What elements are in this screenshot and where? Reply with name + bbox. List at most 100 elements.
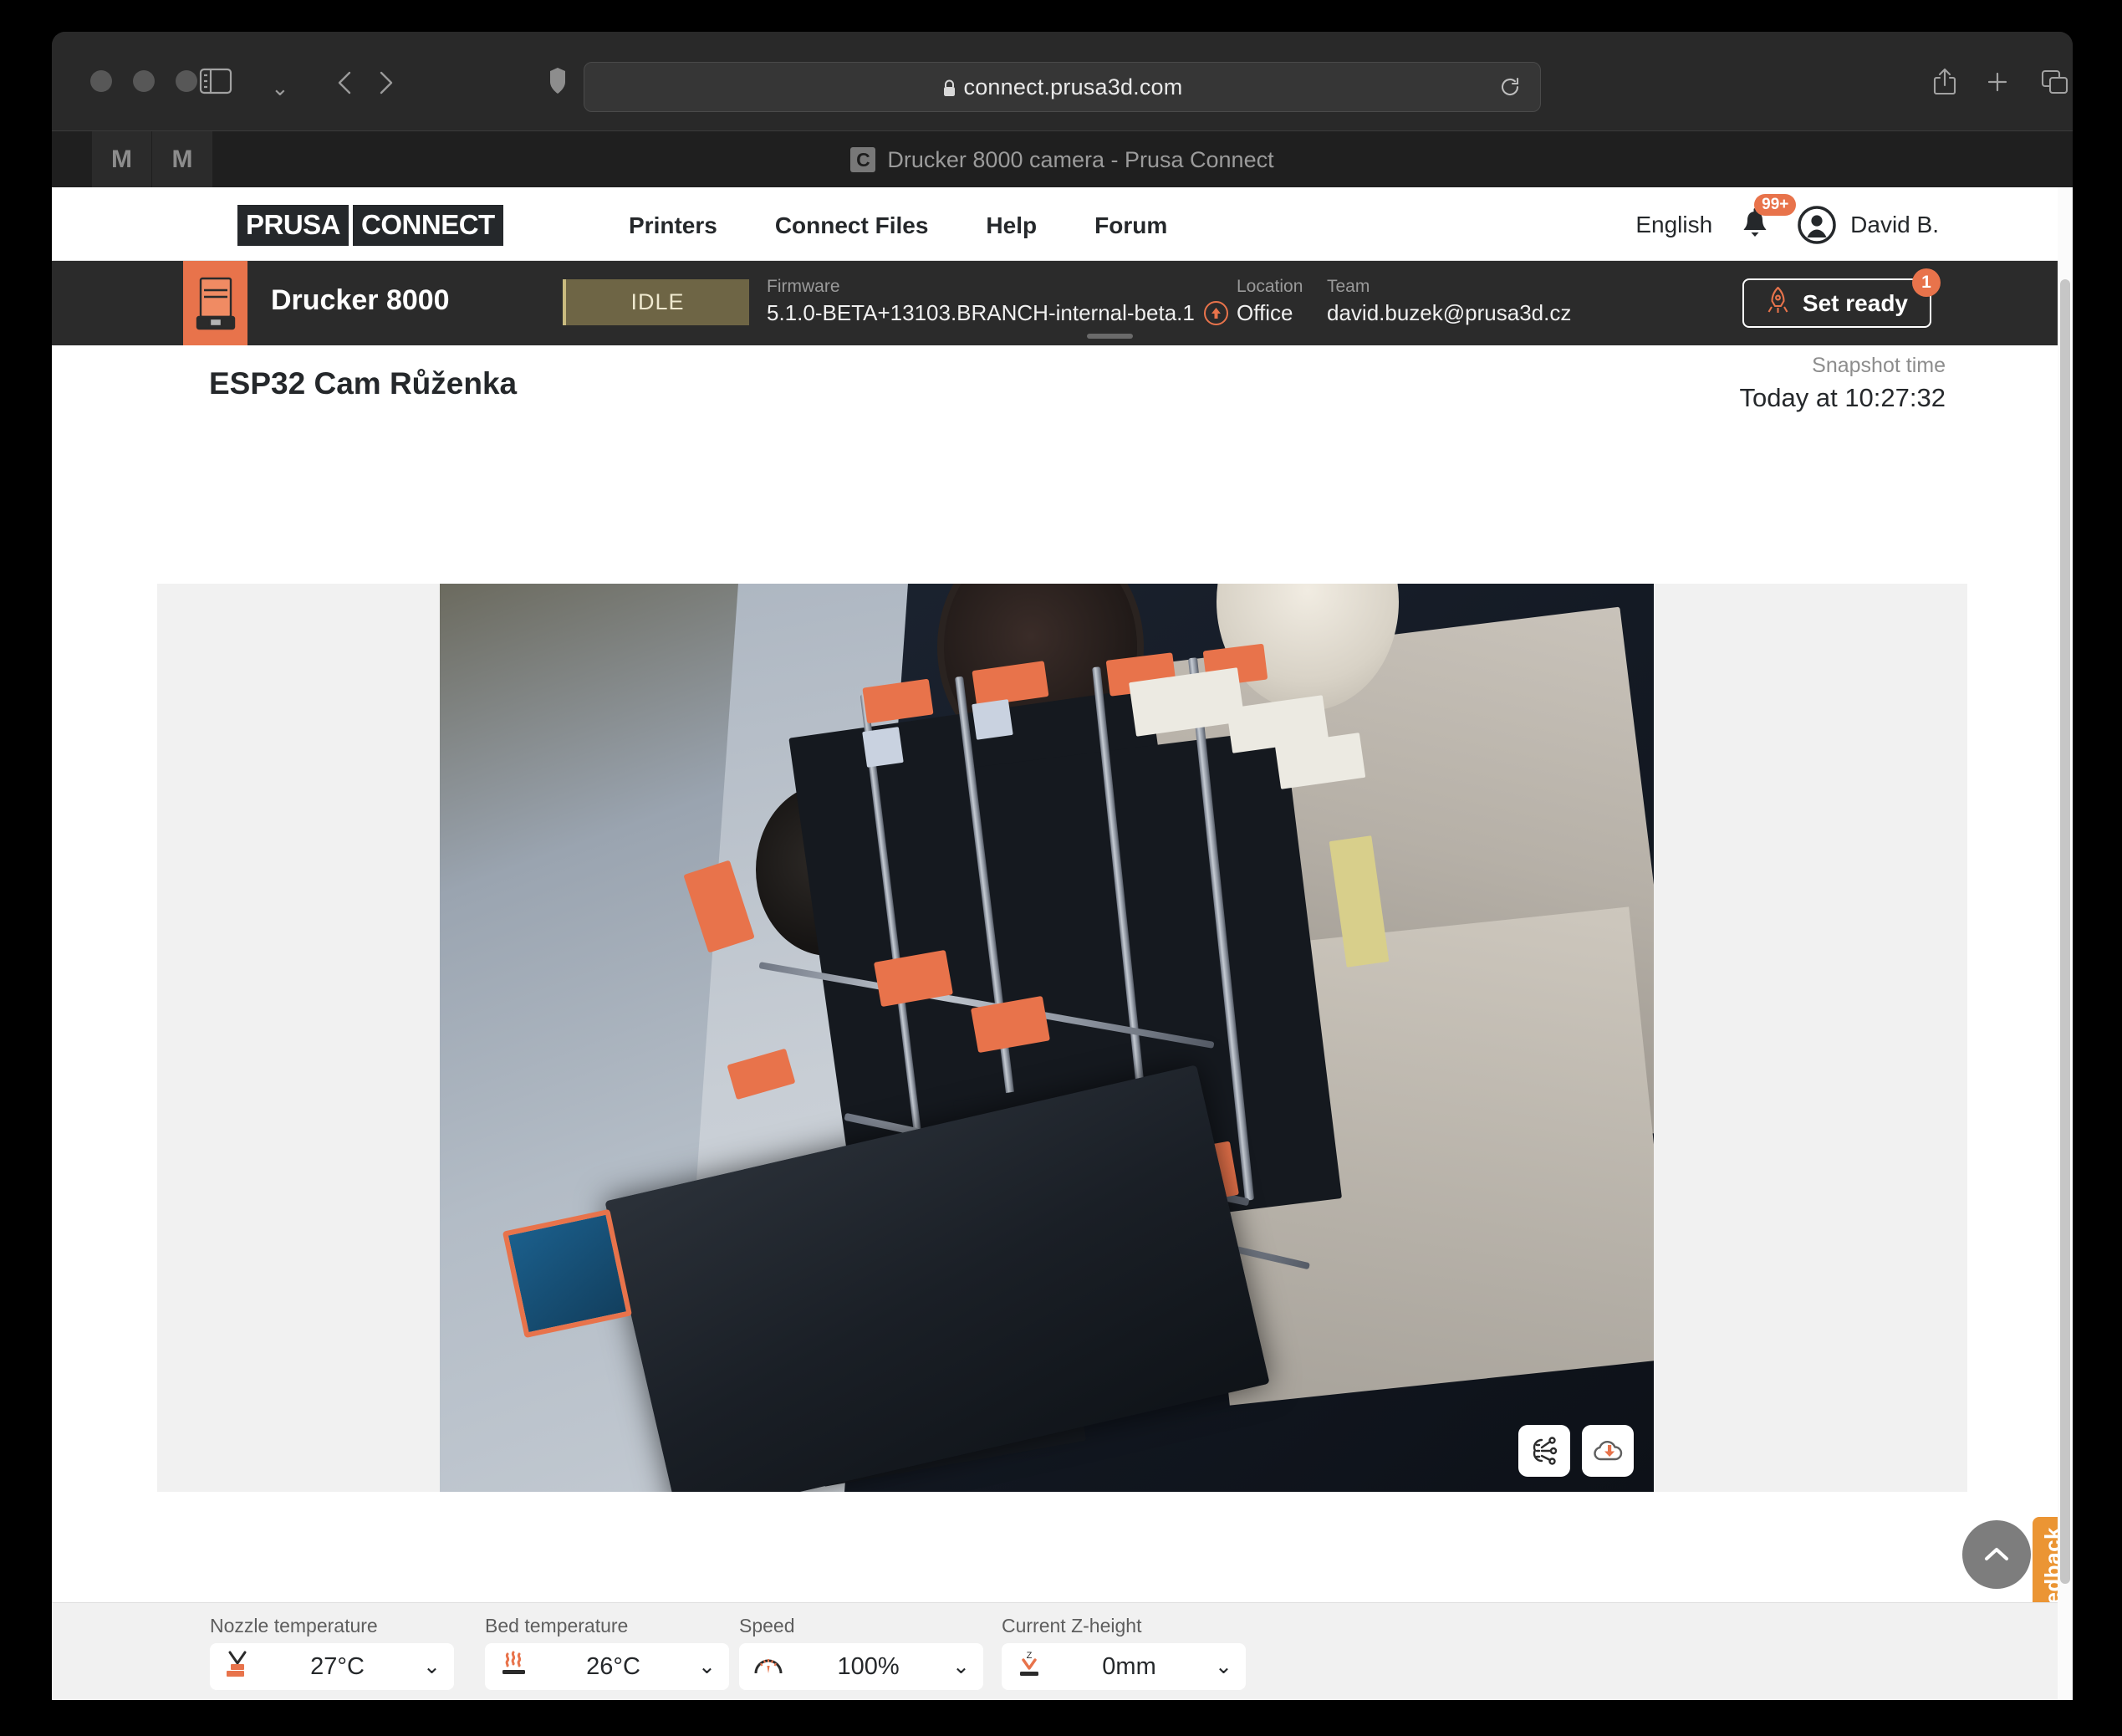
pinned-tab-2[interactable]: M — [152, 131, 212, 188]
chevron-down-icon: ⌄ — [423, 1655, 441, 1678]
telemetry-bed-temperature: Bed temperature 26°C ⌄ — [485, 1615, 729, 1690]
pinned-tab-1[interactable]: M — [92, 131, 152, 188]
chevron-down-icon: ⌄ — [952, 1655, 970, 1678]
firmware-value: 5.1.0-BETA+13103.BRANCH-internal-beta.1 — [767, 300, 1195, 326]
nav-item-connect-files[interactable]: Connect Files — [775, 212, 929, 239]
set-ready-label: Set ready — [1802, 289, 1908, 316]
notification-badge: 99+ — [1754, 194, 1797, 216]
avatar — [1798, 206, 1836, 244]
bed-temperature-selector[interactable]: 26°C ⌄ — [485, 1643, 729, 1690]
telemetry-speed: Speed 100% ⌄ — [739, 1615, 983, 1690]
sidebar-icon[interactable] — [199, 67, 232, 100]
heatbed-icon — [498, 1649, 528, 1685]
reload-icon[interactable] — [1498, 75, 1522, 103]
camera-overlay-buttons — [1518, 1425, 1634, 1477]
browser-window: ⌄ connect.prusa3d.com C Drucker 8000 cam… — [52, 32, 2073, 1700]
header-right: English 99+ David B. — [1635, 194, 1939, 244]
firmware-update-icon[interactable] — [1203, 301, 1228, 326]
telemetry-value: 100% — [837, 1652, 900, 1680]
active-tab[interactable]: C Drucker 8000 camera - Prusa Connect — [52, 131, 2073, 188]
main-nav: Printers Connect Files Help Forum — [629, 212, 1167, 239]
telemetry-label: Nozzle temperature — [210, 1615, 378, 1636]
location-block: Location Office — [1237, 275, 1303, 328]
firmware-label: Firmware — [767, 277, 840, 296]
language-selector[interactable]: English — [1635, 212, 1712, 238]
tab-overview-icon[interactable] — [2040, 69, 2070, 101]
chevron-down-icon: ⌄ — [1215, 1655, 1232, 1678]
page-scrollbar-thumb[interactable] — [2060, 279, 2070, 1584]
page-content: PRUSA CONNECT Printers Connect Files Hel… — [52, 187, 2073, 1700]
camera-scene — [440, 584, 1654, 1492]
location-label: Location — [1237, 277, 1303, 296]
nav-item-help[interactable]: Help — [986, 212, 1037, 239]
cloud-download-icon[interactable] — [1582, 1425, 1634, 1477]
telemetry-value: 27°C — [310, 1652, 365, 1680]
z-height-icon: Z — [1015, 1649, 1043, 1685]
notifications-button[interactable]: 99+ — [1736, 194, 1797, 244]
camera-header: ESP32 Cam Růženka Snapshot time Today at… — [52, 345, 2073, 421]
z-height-selector[interactable]: Z 0mm ⌄ — [1002, 1643, 1246, 1690]
ai-detection-icon[interactable] — [1518, 1425, 1570, 1477]
address-bar[interactable]: connect.prusa3d.com — [584, 62, 1541, 112]
minimize-window-button[interactable] — [133, 70, 155, 92]
drag-handle[interactable] — [1087, 334, 1133, 339]
camera-stage — [157, 584, 1967, 1492]
telemetry-label: Current Z-height — [1002, 1615, 1142, 1636]
tab-strip: C Drucker 8000 camera - Prusa Connect M … — [52, 130, 2073, 188]
tab-favicon: C — [850, 147, 876, 172]
page-scrollbar[interactable] — [2058, 187, 2073, 1700]
printer-thumbnail — [183, 261, 247, 345]
forward-icon[interactable] — [373, 69, 398, 101]
printer-state-badge: IDLE — [563, 279, 749, 325]
nav-item-forum[interactable]: Forum — [1094, 212, 1167, 239]
chevron-down-icon: ⌄ — [698, 1655, 716, 1678]
logo-prusa: PRUSA — [237, 205, 349, 246]
scroll-to-top-button[interactable] — [1962, 1520, 2031, 1589]
speed-selector[interactable]: 100% ⌄ — [739, 1643, 983, 1690]
site-header: PRUSA CONNECT Printers Connect Files Hel… — [52, 187, 2073, 261]
telemetry-bar: Nozzle temperature 27°C ⌄ Bed temperatur… — [52, 1602, 2073, 1700]
telemetry-z-height: Current Z-height Z 0mm ⌄ — [1002, 1615, 1246, 1690]
set-ready-button[interactable]: Set ready — [1742, 278, 1931, 328]
team-value: david.buzek@prusa3d.cz — [1327, 300, 1572, 326]
printer-status-bar: Drucker 8000 IDLE Firmware 5.1.0-BETA+13… — [52, 261, 2073, 345]
tab-title: Drucker 8000 camera - Prusa Connect — [887, 146, 1274, 172]
camera-snapshot-image[interactable] — [440, 584, 1654, 1492]
speedometer-icon — [752, 1650, 784, 1684]
printer-name: Drucker 8000 — [271, 284, 450, 316]
prusa-connect-logo[interactable]: PRUSA CONNECT — [237, 205, 503, 246]
snapshot-label: Snapshot time — [1812, 354, 1946, 377]
url-text: connect.prusa3d.com — [963, 74, 1183, 100]
nozzle-temperature-selector[interactable]: 27°C ⌄ — [210, 1643, 454, 1690]
nozzle-icon — [223, 1649, 252, 1685]
back-icon[interactable] — [333, 69, 358, 101]
shield-icon[interactable] — [547, 67, 569, 100]
team-block: Team david.buzek@prusa3d.cz — [1327, 275, 1571, 328]
telemetry-value: 0mm — [1102, 1652, 1156, 1680]
telemetry-label: Bed temperature — [485, 1615, 629, 1636]
new-tab-icon[interactable] — [1983, 67, 2012, 101]
close-window-button[interactable] — [90, 70, 112, 92]
snapshot-value: Today at 10:27:32 — [1739, 382, 1946, 412]
snapshot-block: Snapshot time Today at 10:27:32 — [1740, 352, 1946, 416]
user-menu[interactable]: David B. — [1798, 206, 1939, 244]
telemetry-value: 26°C — [586, 1652, 640, 1680]
set-ready-badge: 1 — [1912, 268, 1941, 297]
nav-item-printers[interactable]: Printers — [629, 212, 717, 239]
share-icon[interactable] — [1931, 67, 1958, 101]
location-value: Office — [1237, 300, 1293, 326]
maximize-window-button[interactable] — [176, 70, 197, 92]
telemetry-label: Speed — [739, 1615, 795, 1636]
window-traffic-lights[interactable] — [90, 70, 197, 92]
logo-connect: CONNECT — [353, 205, 503, 246]
lock-icon — [942, 79, 955, 96]
chevron-down-icon[interactable]: ⌄ — [271, 75, 289, 101]
telemetry-nozzle-temperature: Nozzle temperature 27°C ⌄ — [210, 1615, 454, 1690]
rocket-icon — [1766, 286, 1790, 320]
svg-text:Z: Z — [1027, 1651, 1033, 1661]
team-label: Team — [1327, 277, 1370, 296]
camera-title: ESP32 Cam Růženka — [209, 366, 518, 401]
browser-toolbar: ⌄ connect.prusa3d.com — [52, 32, 2073, 130]
firmware-block: Firmware 5.1.0-BETA+13103.BRANCH-interna… — [767, 275, 1228, 328]
user-name: David B. — [1850, 212, 1939, 237]
